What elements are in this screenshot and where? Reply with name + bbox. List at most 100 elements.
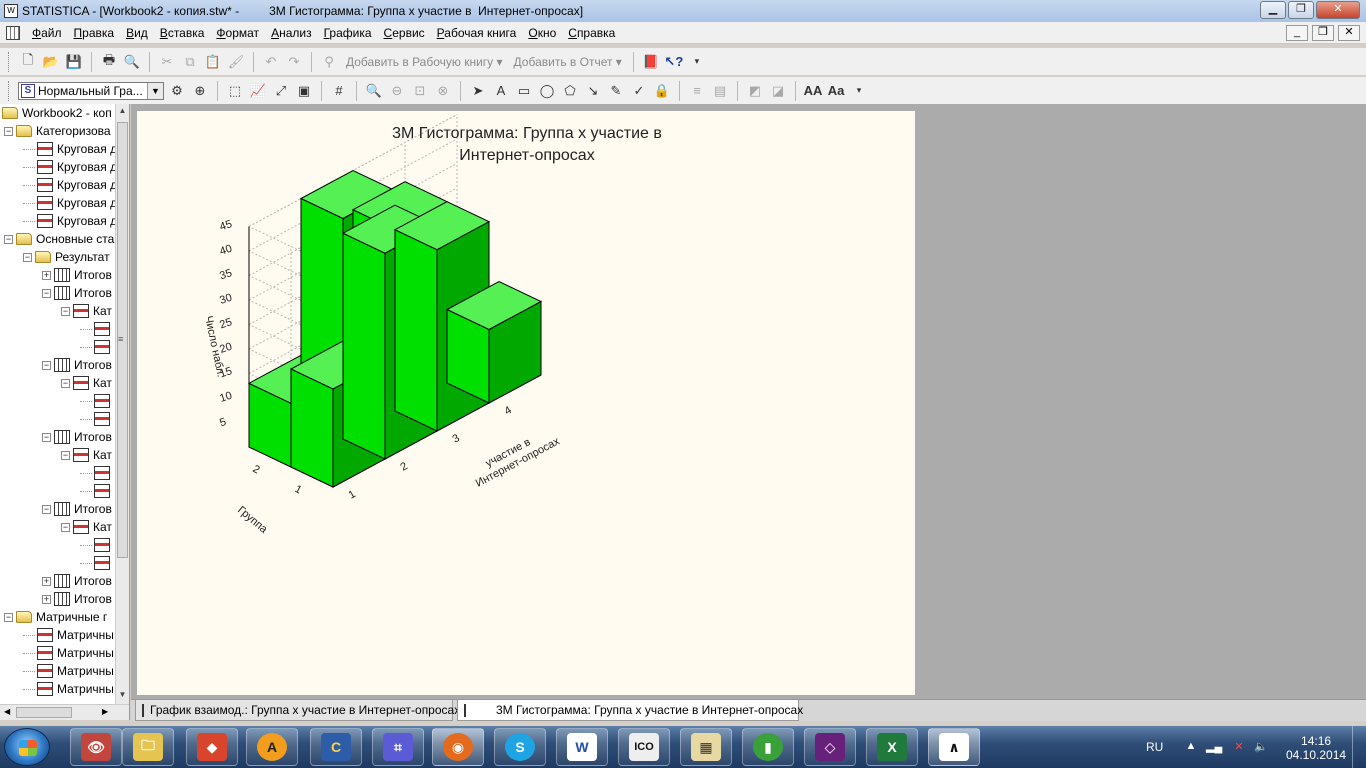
taskbar-app-eye[interactable]: 👁	[70, 728, 122, 766]
redo-icon[interactable]: ↷	[284, 52, 304, 72]
select-tool-icon[interactable]: ⬚	[225, 81, 245, 101]
font-larger-icon[interactable]: AA	[803, 81, 823, 101]
menu-window[interactable]: Окно	[522, 26, 562, 40]
book-icon[interactable]: 📕	[641, 52, 661, 72]
toolbar-options-icon[interactable]: ▾	[849, 81, 869, 101]
network-error-icon[interactable]: ✕	[1232, 740, 1246, 754]
menu-help[interactable]: Справка	[562, 26, 621, 40]
tree-vertical-scrollbar[interactable]: ▲ ≡ ▼	[115, 104, 129, 704]
collapse-icon[interactable]: −	[42, 504, 51, 514]
network-signal-icon[interactable]: ▂▄	[1206, 740, 1222, 754]
statistica-app-icon[interactable]: W	[4, 4, 18, 18]
taskbar-app-circuit[interactable]: ⌗	[372, 728, 424, 766]
copy-icon[interactable]: ⧉	[180, 52, 200, 72]
save-icon[interactable]: 💾	[64, 52, 84, 72]
tree-item[interactable]	[80, 482, 114, 500]
graph-data-icon[interactable]: 📈	[248, 81, 268, 101]
taskbar-app-stat[interactable]: ▮	[742, 728, 794, 766]
menu-tools[interactable]: Сервис	[378, 26, 431, 40]
graph-canvas[interactable]: 5 10 15 20 25 30 35 40 45 1 2 3 4 1 2 участие вИнтернет…	[137, 111, 915, 695]
format-painter-icon[interactable]: 🖌	[226, 52, 246, 72]
title-bar[interactable]: W STATISTICA - [Workbook2 - копия.stw* -…	[0, 0, 1366, 22]
menu-view[interactable]: Вид	[120, 26, 154, 40]
print-icon[interactable]: 🖶	[99, 52, 119, 72]
tree-item[interactable]: − Кат	[61, 446, 112, 464]
mdi-minimize-button[interactable]: _	[1286, 25, 1308, 41]
tab-3d-histogram[interactable]: 3М Гистограмма: Группа х участие в Интер…	[457, 700, 803, 721]
align-icon[interactable]: ≡	[687, 81, 707, 101]
volume-icon[interactable]: 🔈	[1254, 740, 1268, 754]
ellipse-tool-icon[interactable]: ◯	[537, 81, 557, 101]
tab-interaction-plot[interactable]: График взаимод.: Группа х участие в Инте…	[135, 700, 460, 721]
tree-item[interactable]: − Категоризова	[4, 122, 111, 140]
rectangle-tool-icon[interactable]: ▭	[514, 81, 534, 101]
tree-item[interactable]: − Кат	[61, 518, 112, 536]
tree-hscroll-thumb[interactable]	[16, 707, 72, 718]
collapse-icon[interactable]: −	[4, 612, 13, 622]
show-desktop-button[interactable]	[1352, 726, 1366, 768]
tree-item[interactable]: − Итогов	[42, 356, 112, 374]
tree-item[interactable]: Круговая д	[23, 194, 116, 212]
expand-icon[interactable]: +	[42, 270, 51, 280]
toolbar-options-icon[interactable]: ▾	[687, 52, 707, 72]
print-preview-icon[interactable]: 🔍	[122, 52, 142, 72]
graph-options-icon[interactable]: ⚙	[167, 81, 187, 101]
taskbar-app-visualstudio[interactable]: ◇	[804, 728, 856, 766]
tree-root[interactable]: Workbook2 - коп	[2, 104, 112, 122]
pointer-icon[interactable]: ➤	[468, 81, 488, 101]
add-to-report-button[interactable]: Добавить в Отчет ▾	[510, 55, 626, 69]
collapse-icon[interactable]: −	[4, 126, 13, 136]
language-indicator[interactable]: RU	[1146, 740, 1163, 754]
collapse-icon[interactable]: −	[61, 306, 70, 316]
taskbar-app-nero[interactable]: ▦	[680, 728, 732, 766]
maximize-button[interactable]: ❐	[1288, 1, 1314, 19]
tree-item[interactable]: − Основные ста	[4, 230, 114, 248]
expand-icon[interactable]: +	[42, 576, 51, 586]
tree-item[interactable]	[80, 554, 114, 572]
workbook-tree[interactable]: Workbook2 - коп − Категоризова Круговая д К…	[0, 104, 130, 720]
tree-item[interactable]: − Матричные г	[4, 608, 107, 626]
tree-item[interactable]: Круговая д	[23, 212, 116, 230]
menu-edit[interactable]: Правка	[68, 26, 121, 40]
paste-icon[interactable]: 📋	[203, 52, 223, 72]
send-back-icon[interactable]: ◪	[768, 81, 788, 101]
freehand-tool-icon[interactable]: ✎	[606, 81, 626, 101]
font-smaller-icon[interactable]: Aa	[826, 81, 846, 101]
menu-file[interactable]: Файл	[26, 26, 68, 40]
collapse-icon[interactable]: −	[42, 432, 51, 442]
tree-item[interactable]: − Итогов	[42, 428, 112, 446]
tree-item[interactable]: − Результат	[23, 248, 110, 266]
tree-item[interactable]: − Итогов	[42, 500, 112, 518]
minimize-button[interactable]: ▁	[1260, 1, 1286, 19]
menu-workbook[interactable]: Рабочая книга	[431, 26, 523, 40]
polygon-tool-icon[interactable]: ⬠	[560, 81, 580, 101]
tree-item[interactable]: Матричны	[23, 662, 114, 680]
fit-icon[interactable]: ▣	[294, 81, 314, 101]
tree-item[interactable]: − Кат	[61, 302, 112, 320]
toolbar-grip[interactable]	[8, 80, 11, 101]
tree-item[interactable]	[80, 338, 114, 356]
zoom-reset-icon[interactable]: ⊗	[433, 81, 453, 101]
tree-item[interactable]: + Итогов	[42, 266, 112, 284]
tree-item[interactable]: Круговая д	[23, 140, 116, 158]
taskbar-app-explorer[interactable]: 🗀	[122, 728, 174, 766]
taskbar-app-sketchup[interactable]: ◆	[186, 728, 238, 766]
arrow-tool-icon[interactable]: ↘	[583, 81, 603, 101]
tree-item[interactable]: Круговая д	[23, 176, 116, 194]
zoom-out-icon[interactable]: ⊖	[387, 81, 407, 101]
tree-item[interactable]	[80, 392, 114, 410]
collapse-icon[interactable]: −	[61, 522, 70, 532]
taskbar-app-word[interactable]: W	[556, 728, 608, 766]
new-file-icon[interactable]: 🗋	[18, 52, 38, 72]
tree-item[interactable]: Круговая д	[23, 158, 116, 176]
collapse-icon[interactable]: −	[42, 288, 51, 298]
histogram-3d-chart[interactable]: 51015202530354045123412участие вИнтернет…	[137, 111, 915, 695]
start-button[interactable]	[4, 728, 50, 766]
scroll-up-icon[interactable]: ▲	[116, 104, 129, 118]
menu-graphics[interactable]: Графика	[318, 26, 378, 40]
zoom-graph-icon[interactable]: ⊕	[190, 81, 210, 101]
collapse-icon[interactable]: −	[4, 234, 13, 244]
menu-insert[interactable]: Вставка	[154, 26, 211, 40]
tree-item[interactable]	[80, 320, 114, 338]
checkmark-tool-icon[interactable]: ✓	[629, 81, 649, 101]
